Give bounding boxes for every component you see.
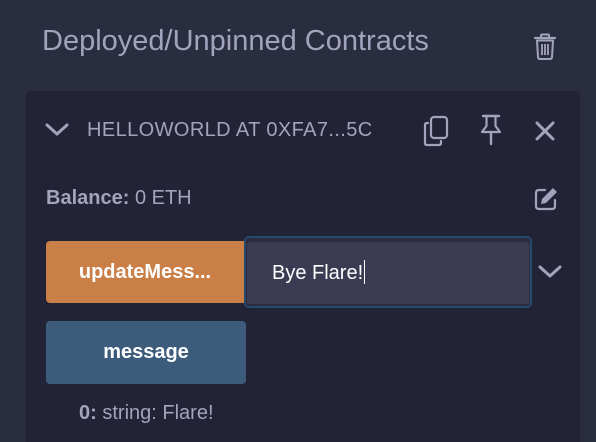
contract-instance-card: HELLOWORLD AT 0XFA7...5C Balance: 0 ETH … [26,91,580,442]
trash-icon[interactable] [532,33,558,61]
text-caret [364,259,366,284]
output-index: 0: [79,402,97,424]
balance-value: 0 ETH [134,187,192,209]
update-message-input[interactable]: Bye Flare! [244,236,532,308]
input-value: Bye Flare! [272,262,364,284]
balance-row: Balance: 0 ETH [46,186,192,210]
balance-label: Balance: [46,187,130,209]
edit-icon[interactable] [533,186,559,212]
close-icon[interactable] [534,120,556,142]
update-message-input-field[interactable]: Bye Flare! [247,242,529,304]
chevron-down-icon[interactable] [44,122,70,138]
output-value: string: Flare! [102,402,214,424]
chevron-down-icon[interactable] [537,264,563,280]
call-output: 0: string: Flare! [79,401,214,425]
message-button[interactable]: message [46,321,246,384]
contract-instance-title[interactable]: HELLOWORLD AT 0XFA7...5C [87,118,373,142]
update-message-button[interactable]: updateMess... [46,241,244,303]
pin-icon[interactable] [478,113,504,147]
copy-icon[interactable] [422,115,450,147]
deployed-contracts-header: Deployed/Unpinned Contracts [42,22,562,62]
section-title: Deployed/Unpinned Contracts [42,25,429,57]
